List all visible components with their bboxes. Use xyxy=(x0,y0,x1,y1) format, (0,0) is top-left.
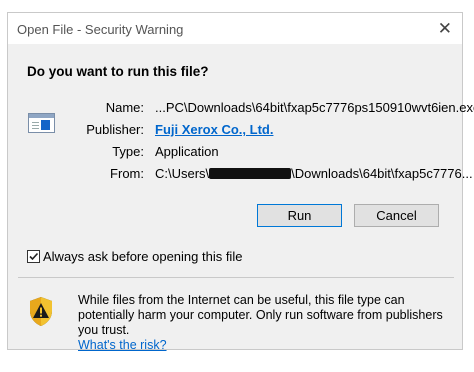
publisher-label: Publisher: xyxy=(86,122,144,137)
name-label: Name: xyxy=(105,100,144,115)
whats-the-risk-link[interactable]: What's the risk? xyxy=(78,338,167,352)
type-value: Application xyxy=(155,144,219,159)
publisher-row: Publisher: Fuji Xerox Co., Ltd. xyxy=(66,122,456,140)
run-button[interactable]: Run xyxy=(257,204,342,227)
from-value-prefix: C:\Users\ xyxy=(155,166,210,181)
from-label: From: xyxy=(110,166,144,181)
warning-shield-icon xyxy=(30,297,52,326)
type-label: Type: xyxy=(112,144,144,159)
redacted-username xyxy=(209,168,292,179)
from-value-suffix: \Downloads\64bit\fxap5c7776... xyxy=(291,166,473,181)
warning-text: While files from the Internet can be use… xyxy=(78,293,443,337)
always-ask-checkbox[interactable] xyxy=(27,250,40,263)
window-title: Open File - Security Warning xyxy=(17,22,184,37)
file-name-value: ...PC\Downloads\64bit\fxap5c7776ps150910… xyxy=(155,100,474,115)
divider xyxy=(18,277,454,278)
publisher-link[interactable]: Fuji Xerox Co., Ltd. xyxy=(155,122,273,137)
warning-message: While files from the Internet can be use… xyxy=(78,293,448,353)
always-ask-label: Always ask before opening this file xyxy=(43,249,243,264)
cancel-button[interactable]: Cancel xyxy=(354,204,439,227)
close-icon[interactable]: ✕ xyxy=(438,19,452,39)
name-row: Name: ...PC\Downloads\64bit\fxap5c7776ps… xyxy=(66,100,474,118)
from-value: C:\Users\ \Downloads\64bit\fxap5c7776... xyxy=(155,166,473,181)
security-warning-dialog: Open File - Security Warning ✕ Do you wa… xyxy=(7,12,474,353)
type-row: Type: Application xyxy=(66,144,456,162)
from-row: From: C:\Users\ \Downloads\64bit\fxap5c77… xyxy=(66,166,473,184)
executable-file-icon xyxy=(28,113,55,133)
checkmark-icon xyxy=(29,252,39,261)
title-bar: Open File - Security Warning ✕ xyxy=(8,13,462,44)
dialog-question: Do you want to run this file? xyxy=(27,64,209,79)
